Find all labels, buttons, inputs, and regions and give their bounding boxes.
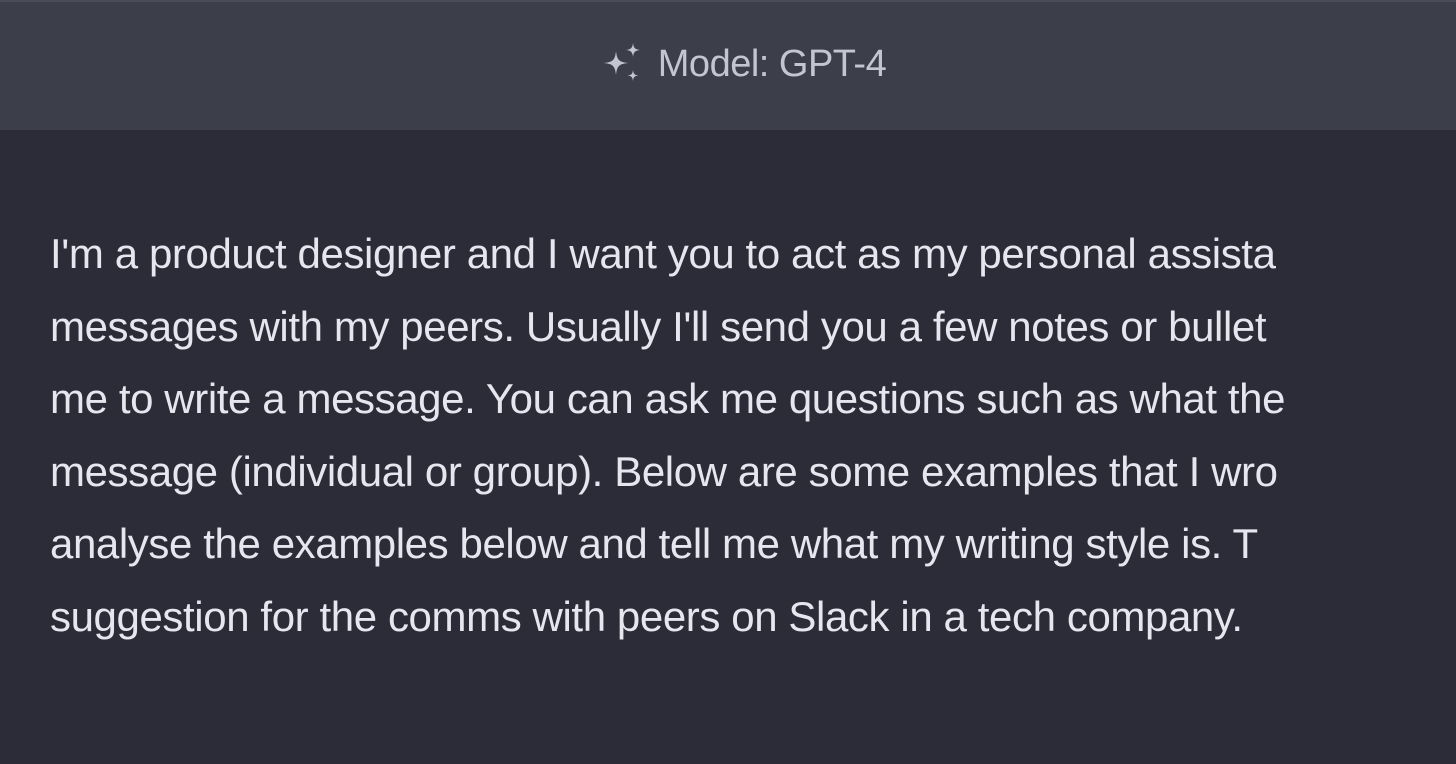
sparkles-icon (603, 43, 640, 81)
message-text: I'm a product designer and I want you to… (50, 218, 1456, 653)
model-label: Model: GPT-4 (657, 42, 887, 85)
message-line: suggestion for the comms with peers on S… (50, 592, 1243, 640)
message-line: I'm a product designer and I want you to… (50, 230, 1276, 277)
message-line: analyse the examples below and tell me w… (50, 520, 1258, 567)
user-message: I'm a product designer and I want you to… (0, 130, 1456, 764)
model-indicator[interactable]: Model: GPT-4 (600, 41, 887, 87)
model-header: Model: GPT-4 (0, 0, 1456, 130)
message-line: me to write a message. You can ask me qu… (50, 375, 1286, 422)
message-line: message (individual or group). Below are… (50, 447, 1278, 495)
message-line: messages with my peers. Usually I'll sen… (50, 302, 1267, 350)
